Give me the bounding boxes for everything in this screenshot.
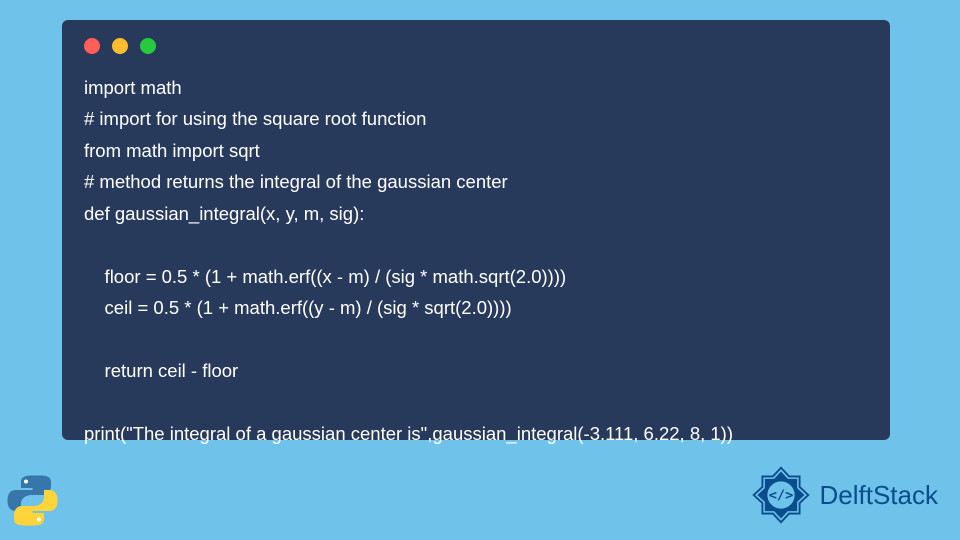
code-line: ceil = 0.5 * (1 + math.erf((y - m) / (si… bbox=[84, 297, 512, 318]
minimize-icon bbox=[112, 38, 128, 54]
code-line: print("The integral of a gaussian center… bbox=[84, 423, 733, 444]
window-controls bbox=[84, 38, 868, 54]
code-line: # method returns the integral of the gau… bbox=[84, 171, 508, 192]
code-line: def gaussian_integral(x, y, m, sig): bbox=[84, 203, 364, 224]
maximize-icon bbox=[140, 38, 156, 54]
code-line: # import for using the square root funct… bbox=[84, 108, 426, 129]
code-line: from math import sqrt bbox=[84, 140, 260, 161]
code-line: import math bbox=[84, 77, 182, 98]
code-block: import math # import for using the squar… bbox=[62, 20, 890, 440]
svg-text:</>: </> bbox=[768, 487, 793, 503]
code-line: return ceil - floor bbox=[84, 360, 238, 381]
brand-name: DelftStack bbox=[820, 480, 939, 511]
python-logo-icon bbox=[5, 473, 60, 528]
close-icon bbox=[84, 38, 100, 54]
brand-logo: </> DelftStack bbox=[750, 464, 939, 526]
code-line: floor = 0.5 * (1 + math.erf((x - m) / (s… bbox=[84, 266, 566, 287]
code-content: import math # import for using the squar… bbox=[84, 72, 868, 449]
delftstack-icon: </> bbox=[750, 464, 812, 526]
